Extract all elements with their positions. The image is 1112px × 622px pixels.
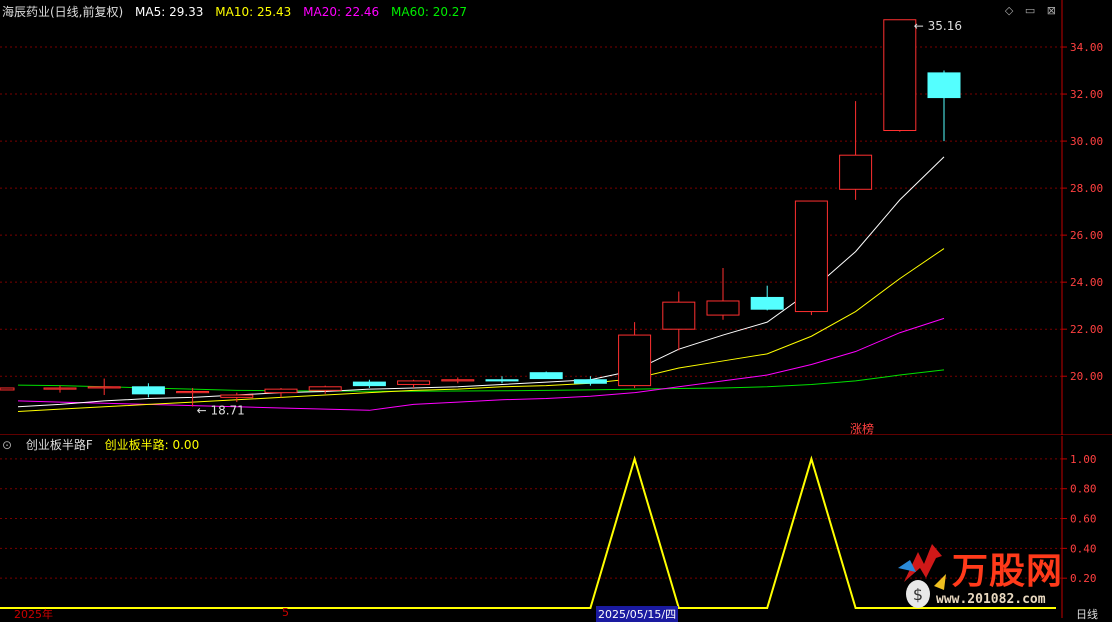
candle (706, 268, 740, 320)
candlestick-svg[interactable]: 20.00 22.00 24.00 26.00 28.00 30.00 32.00 34.00… (0, 0, 1112, 435)
candle-body (352, 381, 386, 387)
candle-body (750, 296, 784, 310)
candle (750, 285, 784, 311)
candle-body (220, 394, 254, 398)
candle-body (485, 379, 519, 382)
candle-body (883, 19, 917, 131)
svg-text:$: $ (913, 585, 923, 604)
ma5-label: MA5: 29.33 (135, 5, 204, 19)
close-icon[interactable]: ⊠ (1047, 4, 1056, 17)
candle-body (662, 301, 696, 330)
candle (927, 70, 961, 142)
watermark-name: 万股网 (952, 551, 1064, 592)
indicator-value: 创业板半路: 0.00 (104, 438, 200, 452)
month-label: 5 (282, 606, 289, 619)
candle (794, 200, 828, 316)
candle-body (927, 72, 961, 99)
y-tick-label: 26.00 (1070, 229, 1103, 242)
collapse-icon[interactable]: ⊙ (2, 438, 12, 452)
candle-body (308, 386, 342, 391)
ma10-label: MA10: 25.43 (215, 5, 292, 19)
candle (441, 377, 475, 384)
y-tick-label: 32.00 (1070, 88, 1103, 101)
y-tick-label: 28.00 (1070, 182, 1103, 195)
y-tick-label: 0.80 (1070, 483, 1097, 496)
candle-body (618, 334, 652, 387)
candle (87, 378, 121, 396)
candle (308, 385, 342, 394)
indicator-legend: ⊙ 创业板半路F 创业板半路: 0.00 (2, 436, 207, 453)
y-tick-label: 24.00 (1070, 276, 1103, 289)
candle-body (529, 372, 563, 380)
candle (264, 387, 298, 398)
candle-body (43, 387, 77, 390)
candle (529, 371, 563, 380)
window-controls: ◇ ▭ ⊠ (997, 4, 1056, 17)
high-price-label: ← 35.16 (914, 19, 962, 33)
candle-body (839, 154, 873, 190)
low-price-label: ← 18.71 (197, 404, 245, 418)
candle-body (397, 380, 431, 385)
watermark-url: www.201082.com (936, 592, 1046, 607)
ma20-label: MA20: 22.46 (303, 5, 380, 19)
y-tick-label: 22.00 (1070, 323, 1103, 336)
candle-body (87, 386, 121, 389)
limit-up-tag: 涨榜 (850, 422, 875, 436)
diamond-icon[interactable]: ◇ (1005, 4, 1013, 17)
y-tick-label: 34.00 (1070, 41, 1103, 54)
watermark-logo: $ 万股网 www.201082.com (896, 538, 1096, 614)
candle (485, 376, 519, 384)
candlestick-chart[interactable]: 20.00 22.00 24.00 26.00 28.00 30.00 32.00 34.00… (0, 0, 1112, 435)
candle (618, 322, 652, 388)
indicator-title[interactable]: 创业板半路F (26, 438, 93, 452)
ma20-line (17, 317, 945, 411)
cursor-date-label: 2025/05/15/四 (596, 606, 679, 622)
candle (43, 385, 77, 393)
candle-body (441, 379, 475, 382)
main-legend: 海辰药业(日线,前复权) MA5: 29.33 MA10: 25.43 MA20… (2, 3, 475, 20)
candle-body (131, 386, 165, 395)
candle (352, 379, 386, 388)
candle-body (264, 388, 298, 394)
candle (131, 383, 165, 398)
candle (839, 101, 873, 200)
candle-body (794, 200, 828, 313)
candle-body-partial (0, 387, 15, 391)
candle (883, 19, 917, 132)
candle (397, 379, 431, 388)
candle (662, 291, 696, 351)
y-tick-label: 1.00 (1070, 453, 1097, 466)
y-tick-label: 0.60 (1070, 513, 1097, 526)
y-tick-label: 20.00 (1070, 370, 1103, 383)
minimize-icon[interactable]: ▭ (1025, 4, 1035, 17)
candle-body (573, 379, 607, 384)
year-label: 2025年 (14, 608, 53, 621)
candle-body (706, 300, 740, 316)
ma60-label: MA60: 20.27 (391, 5, 468, 19)
candle-body (176, 391, 210, 394)
y-tick-label: 30.00 (1070, 135, 1103, 148)
stock-title[interactable]: 海辰药业(日线,前复权) (2, 5, 123, 19)
